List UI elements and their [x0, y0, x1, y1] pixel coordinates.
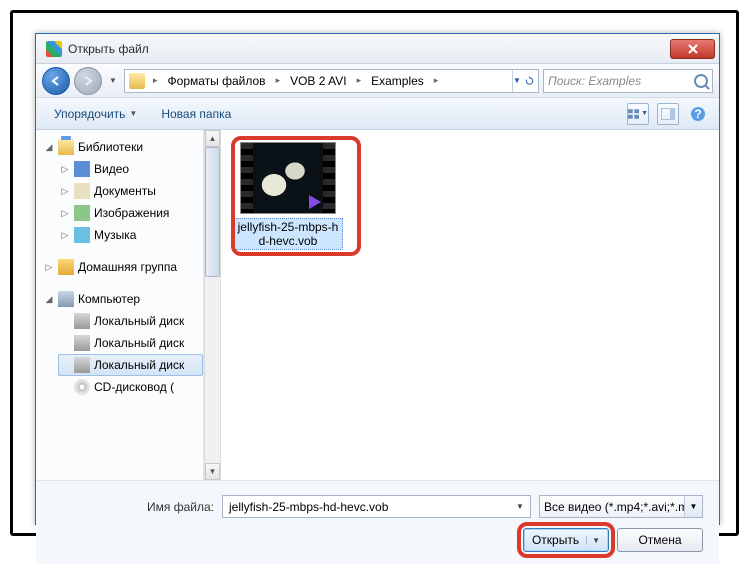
breadcrumb-item[interactable]: Форматы файлов — [164, 72, 270, 90]
file-open-dialog: Открыть файл ▼ ▸ Форматы файлов ▸ VOB 2 … — [35, 33, 720, 525]
document-icon — [74, 183, 90, 199]
chevron-down-icon[interactable]: ▼ — [684, 496, 702, 517]
collapse-icon[interactable]: ◢ — [44, 294, 54, 305]
address-bar[interactable]: ▸ Форматы файлов ▸ VOB 2 AVI ▸ Examples … — [124, 69, 539, 93]
breadcrumb: ▸ Форматы файлов ▸ VOB 2 AVI ▸ Examples … — [149, 72, 442, 90]
nav-bar: ▼ ▸ Форматы файлов ▸ VOB 2 AVI ▸ Example… — [36, 64, 719, 98]
expand-icon[interactable]: ▷ — [60, 186, 70, 197]
expand-icon[interactable]: ▷ — [60, 230, 70, 241]
nav-history-dropdown[interactable]: ▼ — [106, 67, 120, 95]
close-icon — [687, 44, 699, 54]
expand-icon[interactable]: ▷ — [60, 208, 70, 219]
filename-label: Имя файла: — [52, 500, 214, 514]
window-title: Открыть файл — [68, 42, 670, 56]
tree-videos[interactable]: ▷Видео — [58, 158, 203, 180]
view-button[interactable]: ▼ — [627, 103, 649, 125]
dialog-footer: Имя файла: jellyfish-25-mbps-hd-hevc.vob… — [36, 480, 719, 564]
cancel-button[interactable]: Отмена — [617, 528, 703, 552]
chevron-down-icon: ▼ — [129, 109, 137, 118]
tree-drive-selected[interactable]: Локальный диск — [58, 354, 203, 376]
chevron-down-icon: ▼ — [109, 76, 117, 85]
arrow-right-icon — [82, 75, 94, 87]
refresh-icon — [525, 74, 534, 88]
scroll-up-button[interactable]: ▲ — [205, 130, 220, 147]
new-folder-button[interactable]: Новая папка — [153, 103, 239, 125]
chevron-down-icon[interactable]: ▼ — [512, 498, 528, 515]
tree-pictures[interactable]: ▷Изображения — [58, 202, 203, 224]
tree-cd-drive[interactable]: CD-дисковод ( — [58, 376, 203, 398]
svg-text:?: ? — [694, 107, 701, 121]
tree-homegroup[interactable]: ▷Домашняя группа — [42, 256, 203, 278]
scroll-thumb[interactable] — [205, 147, 220, 277]
computer-icon — [58, 291, 74, 307]
breadcrumb-item[interactable]: VOB 2 AVI — [286, 72, 350, 90]
file-item[interactable]: jellyfish-25-mbps-hd-hevc.vob — [233, 142, 343, 250]
chevron-right-icon: ▸ — [430, 73, 443, 88]
drive-icon — [74, 313, 90, 329]
homegroup-icon — [58, 259, 74, 275]
video-thumbnail — [240, 142, 336, 214]
cd-icon — [74, 379, 90, 395]
help-button[interactable]: ? — [687, 103, 709, 125]
folder-icon — [129, 73, 145, 89]
forward-button[interactable] — [74, 67, 102, 95]
search-placeholder: Поиск: Examples — [548, 74, 641, 88]
chevron-right-icon: ▸ — [272, 73, 285, 88]
chevron-right-icon: ▸ — [149, 73, 162, 88]
help-icon: ? — [690, 106, 706, 122]
breadcrumb-item[interactable]: Examples — [367, 72, 428, 90]
tree-libraries[interactable]: ◢Библиотеки — [42, 136, 203, 158]
organize-button[interactable]: Упорядочить ▼ — [46, 103, 145, 125]
scroll-down-button[interactable]: ▼ — [205, 463, 220, 480]
chevron-down-icon: ▼ — [641, 110, 648, 117]
chevron-down-icon: ▼ — [513, 76, 521, 85]
open-button[interactable]: Открыть ▼ — [523, 528, 609, 552]
file-list[interactable]: jellyfish-25-mbps-hd-hevc.vob — [221, 130, 719, 480]
sidebar-scrollbar[interactable]: ▲ ▼ — [204, 130, 221, 480]
arrow-left-icon — [50, 75, 62, 87]
chevron-right-icon: ▸ — [353, 73, 366, 88]
tree-documents[interactable]: ▷Документы — [58, 180, 203, 202]
navigation-pane: ◢Библиотеки ▷Видео ▷Документы ▷Изображен… — [36, 130, 204, 480]
titlebar[interactable]: Открыть файл — [36, 34, 719, 64]
search-icon — [694, 74, 708, 88]
filename-input[interactable]: jellyfish-25-mbps-hd-hevc.vob ▼ — [222, 495, 531, 518]
scroll-track[interactable] — [205, 147, 220, 463]
tree-drive[interactable]: Локальный диск — [58, 332, 203, 354]
app-icon — [46, 41, 62, 57]
music-icon — [74, 227, 90, 243]
pane-icon — [661, 108, 675, 120]
video-icon — [74, 161, 90, 177]
close-button[interactable] — [670, 39, 715, 59]
drive-icon — [74, 335, 90, 351]
preview-pane-button[interactable] — [657, 103, 679, 125]
filetype-filter[interactable]: Все видео (*.mp4;*.avi;*.mpeg; ▼ — [539, 495, 703, 518]
refresh-button[interactable]: ▼ — [512, 70, 534, 92]
image-icon — [74, 205, 90, 221]
chevron-down-icon[interactable]: ▼ — [586, 536, 600, 545]
library-icon — [58, 139, 74, 155]
search-input[interactable]: Поиск: Examples — [543, 69, 713, 93]
tree-drive[interactable]: Локальный диск — [58, 310, 203, 332]
file-name: jellyfish-25-mbps-hd-hevc.vob — [233, 218, 343, 250]
tree-computer[interactable]: ◢Компьютер — [42, 288, 203, 310]
back-button[interactable] — [42, 67, 70, 95]
toolbar: Упорядочить ▼ Новая папка ▼ ? — [36, 98, 719, 130]
collapse-icon[interactable]: ◢ — [44, 142, 54, 153]
tree-music[interactable]: ▷Музыка — [58, 224, 203, 246]
play-overlay-icon — [309, 195, 321, 209]
expand-icon[interactable]: ▷ — [44, 262, 54, 273]
thumbnails-icon — [628, 108, 639, 120]
drive-icon — [74, 357, 90, 373]
expand-icon[interactable]: ▷ — [60, 164, 70, 175]
